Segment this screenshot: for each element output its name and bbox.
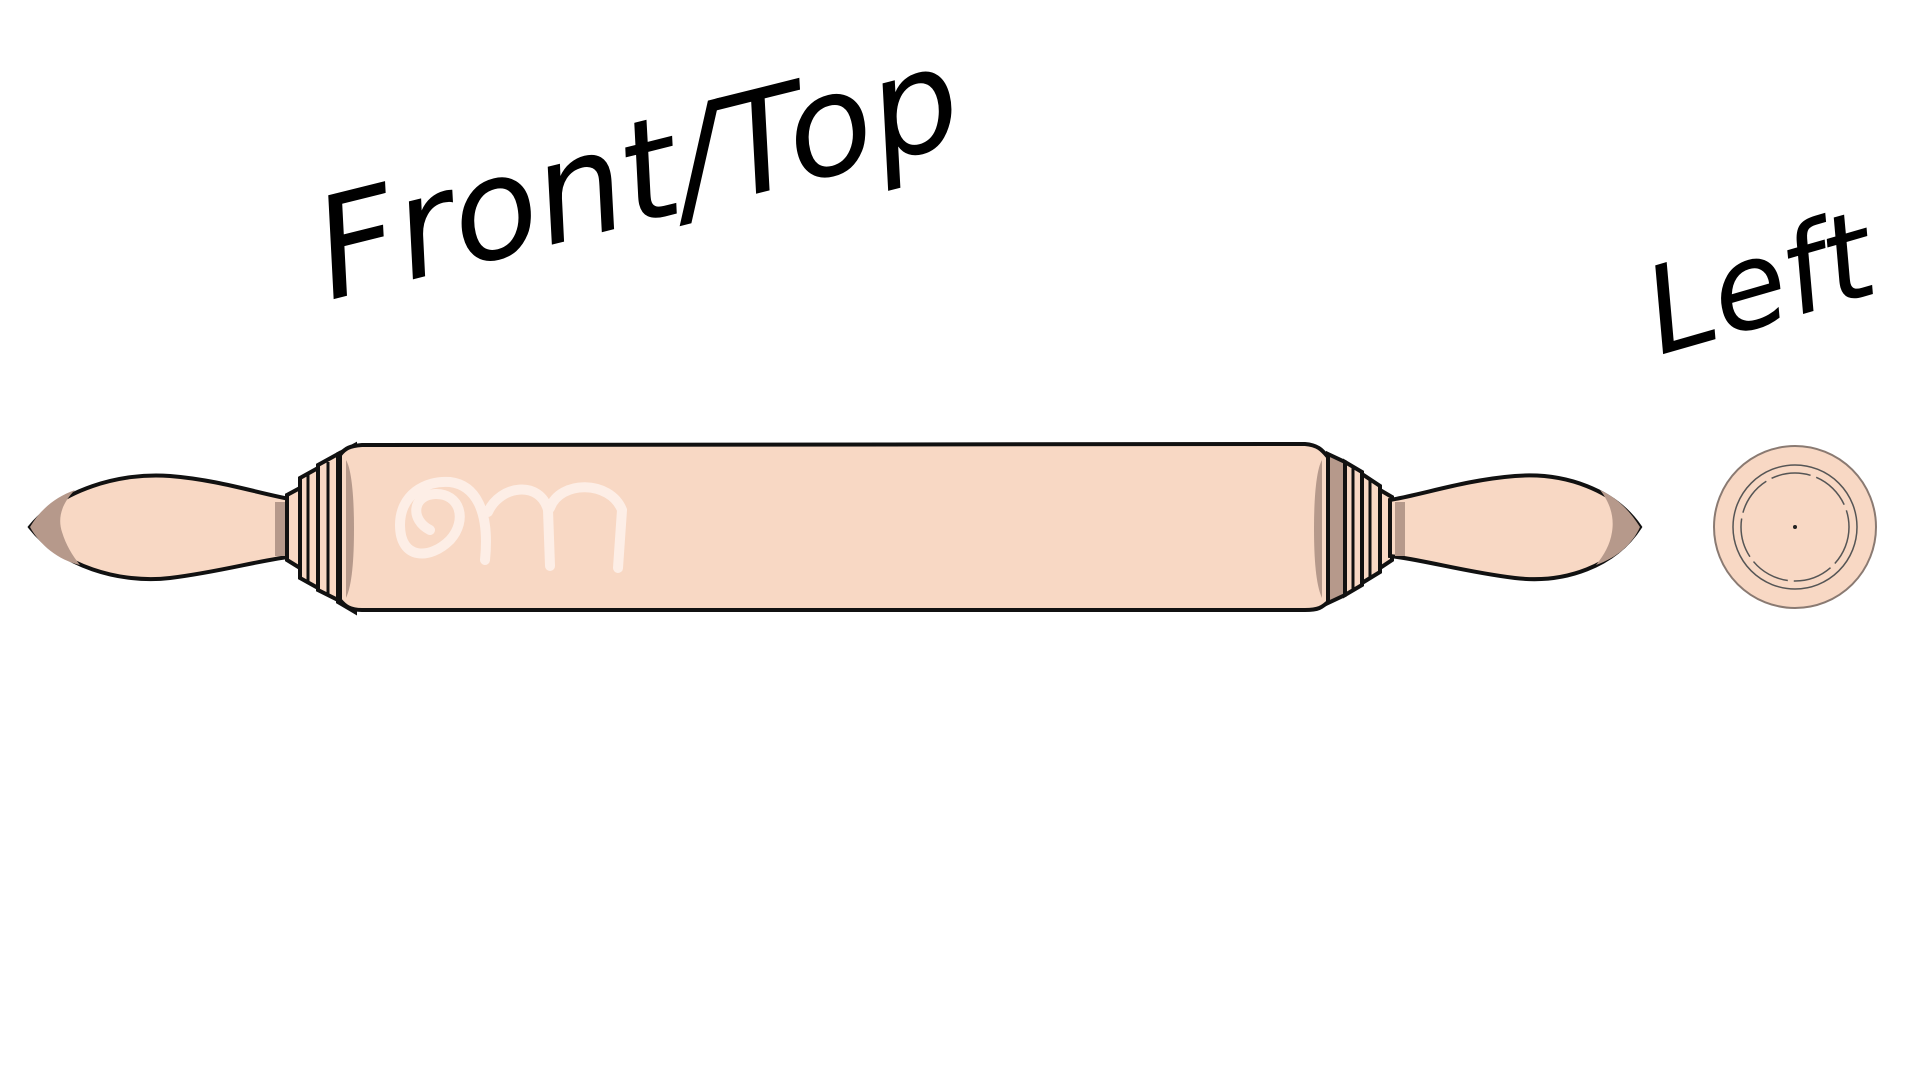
rolling-pin-drawing: Front/Top Left <box>27 16 1893 616</box>
right-collar <box>1326 450 1394 607</box>
rolling-pin-end-icon <box>1713 445 1877 609</box>
right-handle <box>1388 473 1643 582</box>
rolling-pin-front-icon <box>27 441 1643 616</box>
drawing-canvas: Front/Top Left <box>0 0 1920 1080</box>
left-label: Left <box>1630 185 1893 383</box>
front-top-label: Front/Top <box>299 16 976 333</box>
left-handle <box>27 473 297 582</box>
barrel <box>338 441 1333 612</box>
